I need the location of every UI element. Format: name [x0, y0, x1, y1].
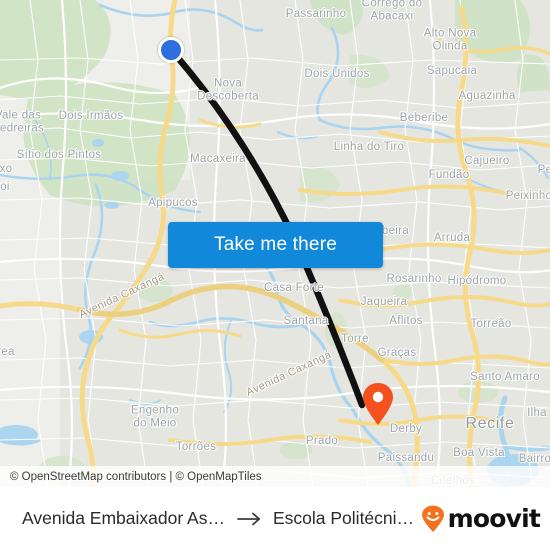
attribution-text[interactable]: © OpenStreetMap contributors | © OpenMap…: [10, 471, 262, 483]
route-footer-bar: Avenida Embaixador Assis Chat… Escola Po…: [0, 487, 550, 550]
take-me-there-button[interactable]: Take me there: [168, 222, 383, 268]
moovit-pin-icon: [421, 505, 444, 532]
arrow-right-icon: [237, 512, 263, 526]
take-me-there-label: Take me there: [214, 234, 337, 255]
moovit-logo[interactable]: moovit: [420, 504, 541, 533]
origin-marker[interactable]: [158, 37, 184, 63]
destination-pin-icon: [363, 383, 393, 425]
map-canvas[interactable]: Passarinho Córrego do Abacaxi Alto Nova Ol…: [0, 0, 550, 487]
destination-marker[interactable]: [361, 382, 395, 431]
map-attribution-bar: © OpenStreetMap contributors | © OpenMap…: [0, 466, 550, 487]
footer-destination-label: Escola Politécni…: [273, 508, 415, 528]
moovit-wordmark: moovit: [447, 504, 541, 533]
footer-origin-label: Avenida Embaixador Assis Chat…: [22, 508, 227, 528]
